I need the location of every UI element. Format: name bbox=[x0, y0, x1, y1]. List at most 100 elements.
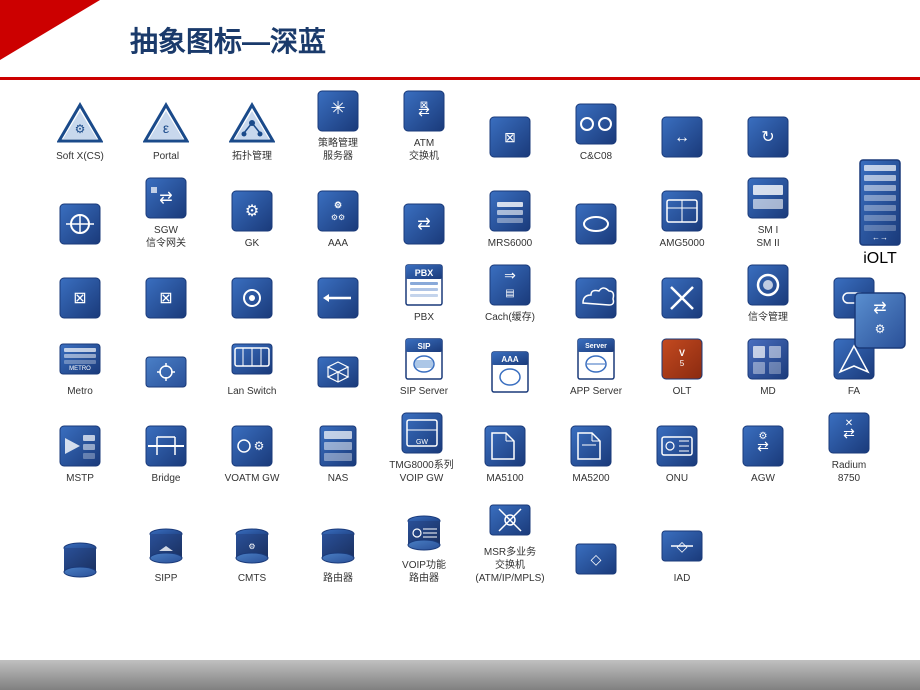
icon-onu: ONU bbox=[637, 423, 717, 485]
bridge-label: Bridge bbox=[152, 472, 181, 485]
icon-r3-3 bbox=[212, 275, 292, 324]
svg-text:⇒: ⇒ bbox=[504, 267, 516, 283]
red-corner-decoration bbox=[0, 0, 100, 60]
icon-cc08: C&C08 bbox=[556, 101, 636, 163]
icon-amg5000: AMG5000 bbox=[642, 188, 722, 250]
icon-row-6: SIPP ⚙ CM bbox=[40, 497, 905, 589]
svg-text:GW: GW bbox=[415, 439, 427, 446]
sipp-label: SIPP bbox=[155, 572, 178, 585]
header: 抽象图标—深蓝 bbox=[0, 0, 920, 80]
svg-text:⚙: ⚙ bbox=[759, 431, 768, 442]
msr-label: MSR多业务交换机(ATM/IP/MPLS) bbox=[475, 546, 544, 585]
icon-soft-x: ⚙ Soft X(CS) bbox=[40, 101, 120, 163]
icon-nas: NAS bbox=[298, 423, 378, 485]
amg5000-label: AMG5000 bbox=[659, 237, 704, 250]
icon-blank3: ↻ bbox=[728, 114, 808, 163]
svg-text:⇄: ⇄ bbox=[159, 190, 172, 207]
msr-icon bbox=[487, 497, 533, 543]
icon-sip-server: SIP SIP Server bbox=[384, 336, 464, 398]
svg-text:↔: ↔ bbox=[674, 129, 690, 146]
nas-label: NAS bbox=[328, 472, 349, 485]
r6-blank-icon: ◇ bbox=[573, 536, 619, 582]
policy-mgr-icon: ✳ bbox=[315, 88, 361, 134]
amg5000-icon bbox=[659, 188, 705, 234]
icon-blank4: ⇄ bbox=[384, 201, 464, 250]
svg-text:V: V bbox=[679, 348, 685, 358]
svg-text:⊠: ⊠ bbox=[420, 100, 428, 111]
icon-row-2: ⇄ SGW信令网关 ⚙ GK bbox=[40, 175, 905, 254]
icon-tmg8000: GW TMG8000系列VOIP GW bbox=[384, 410, 459, 485]
icon-cross bbox=[642, 275, 722, 324]
large-blue-icon: ⇄ ⚙ bbox=[850, 288, 910, 353]
tmg8000-label: TMG8000系列VOIP GW bbox=[389, 459, 453, 485]
voip-router-label: VOIP功能路由器 bbox=[402, 559, 446, 585]
icon-agw: ⇄ ⚙ AGW bbox=[723, 423, 803, 485]
soft-x-icon: ⚙ bbox=[57, 101, 103, 147]
svg-text:METRO: METRO bbox=[69, 366, 91, 372]
sm-label: SM ISM II bbox=[756, 224, 779, 250]
icon-policy-mgr: ✳ 策略管理服务器 bbox=[298, 88, 378, 163]
radium8750-icon: ⇄ ✕ bbox=[826, 410, 872, 456]
portal-icon: ε bbox=[143, 101, 189, 147]
icon-voip-router: VOIP功能路由器 bbox=[384, 510, 464, 585]
svg-text:⚙: ⚙ bbox=[334, 200, 342, 210]
page-title: 抽象图标—深蓝 bbox=[130, 20, 326, 60]
icon-disk bbox=[40, 536, 120, 585]
svg-text:⊠: ⊠ bbox=[73, 290, 86, 307]
olt-label: OLT bbox=[673, 385, 692, 398]
svg-text:↻: ↻ bbox=[761, 129, 774, 146]
metro-icon: METRO bbox=[57, 336, 103, 382]
app-server-label: APP Server bbox=[570, 385, 622, 398]
router-label: 路由器 bbox=[323, 572, 353, 585]
app-server-icon: Server bbox=[573, 336, 619, 382]
signaling-mgr-label: 信令管理 bbox=[748, 311, 788, 324]
mstp-icon bbox=[57, 423, 103, 469]
soft-x-label: Soft X(CS) bbox=[56, 150, 104, 163]
icon-radium8750: ⇄ ✕ Radium8750 bbox=[809, 410, 889, 485]
icon-app-server: Server APP Server bbox=[556, 336, 636, 398]
svg-text:⇄: ⇄ bbox=[417, 216, 430, 233]
icon-sipp: SIPP bbox=[126, 523, 206, 585]
3dcube-icon bbox=[315, 349, 361, 395]
sip-server-label: SIP Server bbox=[400, 385, 448, 398]
icon-3dcube bbox=[298, 349, 378, 398]
cross-icon bbox=[659, 275, 705, 321]
icon-circ1 bbox=[40, 201, 120, 250]
portal-label: Portal bbox=[153, 150, 179, 163]
oval-icon bbox=[573, 201, 619, 247]
icon-row-5: MSTP Bridge bbox=[40, 410, 905, 489]
icon-iolt-container: ←→ iOLT bbox=[850, 155, 910, 268]
icon-mstp: MSTP bbox=[40, 423, 120, 485]
blank3-icon: ↻ bbox=[745, 114, 791, 160]
icon-portal: ε Portal bbox=[126, 101, 206, 163]
tmg8000-icon: GW bbox=[399, 410, 445, 456]
sm-icon bbox=[745, 175, 791, 221]
svg-text:ε: ε bbox=[163, 120, 169, 136]
olt-icon: V 5 bbox=[659, 336, 705, 382]
mrs6000-icon bbox=[487, 188, 533, 234]
r4-2-icon bbox=[143, 349, 189, 395]
iolt-icon: ←→ bbox=[855, 155, 905, 250]
r3-3-icon bbox=[229, 275, 275, 321]
icon-gk: ⚙ GK bbox=[212, 188, 292, 250]
ma5200-icon bbox=[568, 423, 614, 469]
svg-text:AAA: AAA bbox=[501, 355, 519, 364]
icon-r4-6: AAA bbox=[470, 349, 550, 398]
iad-icon: ◇ bbox=[659, 523, 705, 569]
icon-pbx: PBX PBX bbox=[384, 262, 464, 324]
icon-voatm-gw: ⚙ VOATM GW bbox=[212, 423, 292, 485]
voatm-gw-label: VOATM GW bbox=[225, 472, 280, 485]
sip-server-icon: SIP bbox=[401, 336, 447, 382]
svg-text:5: 5 bbox=[680, 359, 685, 368]
ma5200-label: MA5200 bbox=[572, 472, 609, 485]
icon-ma5200: MA5200 bbox=[551, 423, 631, 485]
svg-text:Server: Server bbox=[585, 343, 607, 350]
onu-icon bbox=[654, 423, 700, 469]
bottom-bar bbox=[0, 660, 920, 690]
svg-text:✕: ✕ bbox=[845, 418, 853, 429]
agw-icon: ⇄ ⚙ bbox=[740, 423, 786, 469]
sipp-icon bbox=[143, 523, 189, 569]
icon-sm: SM ISM II bbox=[728, 175, 808, 250]
icon-lan-switch: Lan Switch bbox=[212, 336, 292, 398]
svg-text:▤: ▤ bbox=[505, 288, 514, 299]
